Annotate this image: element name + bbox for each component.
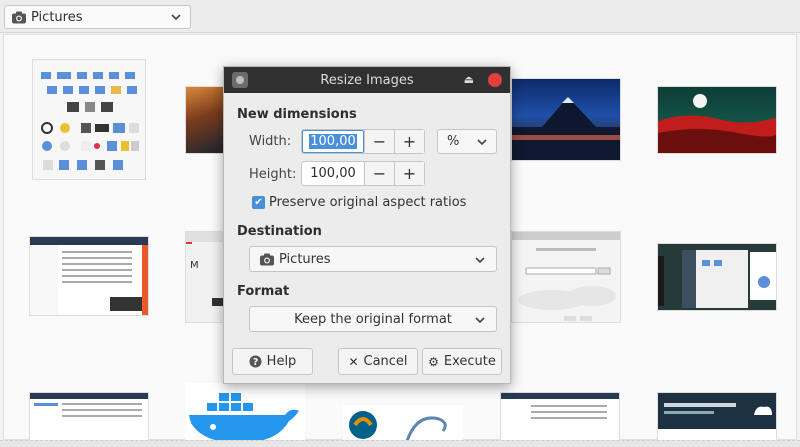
- location-label: Pictures: [31, 9, 83, 25]
- execute-label: Execute: [443, 354, 496, 369]
- app-icon: [232, 72, 248, 88]
- height-input[interactable]: 100,00: [302, 162, 364, 185]
- thumbnail-docker-logo[interactable]: [185, 383, 305, 443]
- height-increment-button[interactable]: +: [394, 162, 424, 185]
- width-decrement-button[interactable]: −: [364, 130, 394, 153]
- preserve-aspect-checkbox[interactable]: ✔: [252, 196, 265, 209]
- chevron-down-icon: [171, 14, 181, 21]
- width-increment-button[interactable]: +: [394, 130, 424, 153]
- gear-icon: ⚙: [428, 354, 439, 369]
- height-spinner: 100,00 − +: [301, 161, 425, 186]
- location-dropdown[interactable]: Pictures: [4, 5, 191, 29]
- width-input[interactable]: 100,00: [302, 130, 364, 153]
- status-strip: [0, 440, 800, 447]
- thumbnail-screenshot-web[interactable]: M: [185, 231, 225, 323]
- height-value: 100,00: [310, 166, 356, 181]
- svg-text:?: ?: [252, 357, 257, 368]
- help-icon: ?: [249, 355, 262, 368]
- cancel-button[interactable]: ✕ Cancel: [338, 348, 418, 375]
- preserve-aspect-label: Preserve original aspect ratios: [269, 195, 467, 210]
- destination-dropdown[interactable]: Pictures: [249, 246, 497, 272]
- new-dimensions-heading: New dimensions: [237, 107, 357, 122]
- unit-value: %: [447, 134, 460, 149]
- thumbnail-screenshot-mail-window[interactable]: [500, 392, 620, 442]
- thumbnail-nextcloud-dialog[interactable]: [657, 392, 777, 442]
- height-decrement-button[interactable]: −: [364, 162, 394, 185]
- format-dropdown[interactable]: Keep the original format: [249, 306, 497, 332]
- destination-value: Pictures: [279, 251, 331, 267]
- close-icon: ✕: [348, 354, 359, 369]
- camera-icon: [260, 253, 274, 265]
- chevron-down-icon: [475, 257, 485, 264]
- preserve-aspect-row[interactable]: ✔ Preserve original aspect ratios: [252, 195, 466, 210]
- cancel-label: Cancel: [363, 354, 408, 369]
- width-label: Width:: [249, 134, 292, 149]
- camera-icon: [12, 11, 26, 23]
- help-label: Help: [266, 354, 297, 369]
- destination-heading: Destination: [237, 224, 322, 239]
- thumbnail-red-landscape[interactable]: [657, 86, 777, 154]
- thumbnail-icon-set[interactable]: [32, 59, 146, 180]
- thumbnail-screenshot-installer[interactable]: [511, 231, 621, 323]
- width-value: 100,00: [309, 134, 357, 149]
- close-button[interactable]: [488, 73, 502, 87]
- thumbnail-mountain-photo[interactable]: [511, 78, 621, 161]
- top-toolbar: Pictures: [0, 0, 800, 33]
- chevron-down-icon: [475, 317, 485, 324]
- resize-images-dialog: Resize Images ⏏ New dimensions Width: 10…: [223, 66, 511, 384]
- execute-button[interactable]: ⚙ Execute: [422, 348, 502, 375]
- eject-icon[interactable]: ⏏: [464, 73, 474, 86]
- thumbnail-street-photo[interactable]: [185, 86, 225, 154]
- chevron-down-icon: [477, 139, 487, 146]
- height-label: Height:: [249, 167, 297, 182]
- svg-text:M: M: [190, 260, 199, 271]
- format-heading: Format: [237, 284, 290, 299]
- thumbnail-screenshot-dark-desktop[interactable]: [657, 243, 777, 311]
- thumbnail-screenshot-mail-client[interactable]: [29, 392, 149, 442]
- format-value: Keep the original format: [294, 311, 452, 327]
- dialog-titlebar[interactable]: Resize Images ⏏: [224, 67, 510, 93]
- help-button[interactable]: ? Help: [232, 348, 313, 375]
- thumbnail-screenshot-email[interactable]: [29, 236, 149, 316]
- width-spinner: 100,00 − +: [301, 129, 425, 154]
- unit-dropdown[interactable]: %: [437, 129, 497, 154]
- thumbnail-mysql-logo[interactable]: [343, 405, 463, 445]
- dialog-title: Resize Images: [320, 72, 414, 88]
